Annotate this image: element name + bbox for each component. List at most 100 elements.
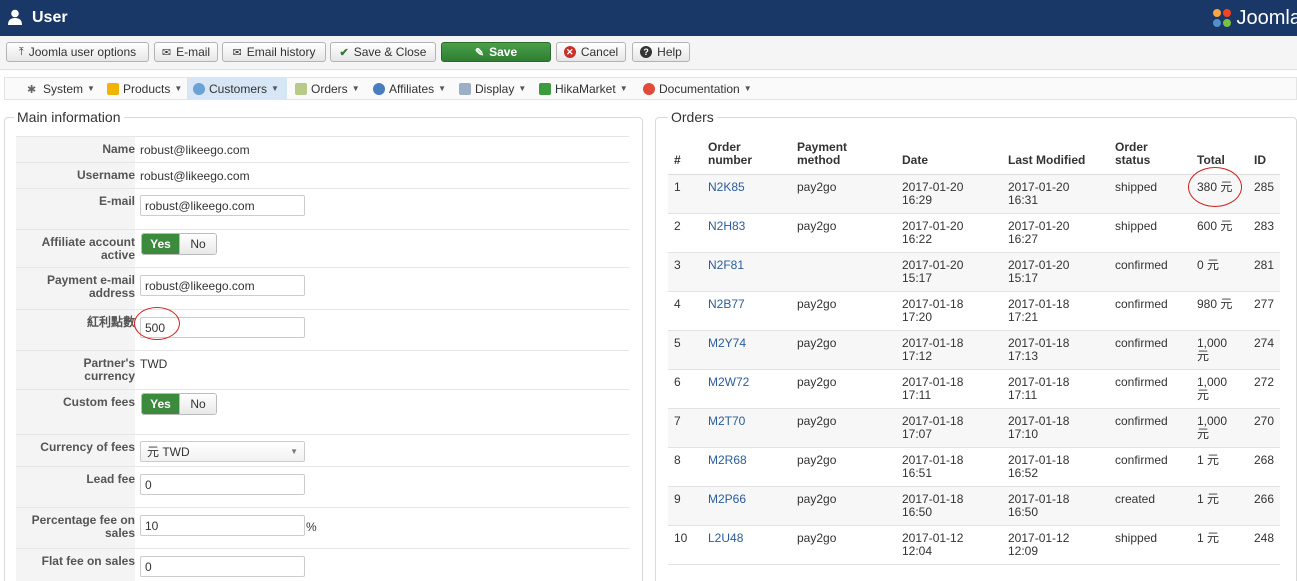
- customers-icon: [193, 82, 205, 95]
- no-option[interactable]: No: [178, 394, 216, 414]
- order-number-link[interactable]: M2T70: [708, 415, 745, 428]
- no-option[interactable]: No: [178, 234, 216, 254]
- partner-currency-label: Partner's currency: [16, 351, 135, 389]
- save-button[interactable]: ✎ Save: [441, 42, 551, 62]
- payment-email-field[interactable]: robust@likeego.com: [140, 275, 305, 296]
- brand-text: Joomla: [1236, 6, 1297, 29]
- caret-icon: ▼: [87, 84, 95, 93]
- order-payment: pay2go: [797, 532, 836, 545]
- col-date[interactable]: Date: [902, 154, 928, 167]
- menu-orders[interactable]: Orders ▼: [289, 78, 366, 99]
- order-status-text: shipped: [1115, 219, 1158, 233]
- currency-of-fees-select[interactable]: 元 TWD ▼: [140, 441, 305, 462]
- order-num-text: 8: [674, 453, 681, 467]
- order-total: 1 元: [1197, 454, 1219, 467]
- email-button[interactable]: ✉ E-mail: [154, 42, 218, 62]
- help-button[interactable]: ? Help: [632, 42, 690, 62]
- menu-system[interactable]: ✱ System ▼: [21, 78, 101, 99]
- order-date-text: 16:22: [902, 232, 933, 246]
- order-number-link[interactable]: N2F81: [708, 259, 744, 272]
- cancel-button[interactable]: ✕ Cancel: [556, 42, 626, 62]
- order-num: 7: [674, 415, 681, 428]
- order-total: 980 元: [1197, 298, 1232, 311]
- joomla-user-options-button[interactable]: ⤒ Joomla user options: [6, 42, 149, 62]
- col-id[interactable]: ID: [1254, 154, 1266, 167]
- order-number-link[interactable]: L2U48: [708, 532, 743, 545]
- yes-option[interactable]: Yes: [142, 234, 179, 254]
- order-payment-text: pay2go: [797, 414, 837, 428]
- order-number-link[interactable]: N2B77: [708, 298, 745, 311]
- payment-email-row: Payment e-mail address robust@likeego.com: [16, 267, 629, 309]
- flat-fee-field[interactable]: 0: [140, 556, 305, 577]
- order-date-text: 17:12: [902, 349, 933, 363]
- order-date: 2017-01-18 17:07: [902, 415, 963, 441]
- col-order-number[interactable]: Order number: [708, 141, 752, 167]
- table-row[interactable]: 5 M2Y74 pay2go 2017-01-18 17:12 2017-01-18 17:…: [668, 331, 1280, 370]
- table-row[interactable]: 10 L2U48 pay2go 2017-01-12 12:04 2017-01-12 12…: [668, 526, 1280, 565]
- table-row[interactable]: 9 M2P66 pay2go 2017-01-18 16:50 2017-01-18 16:…: [668, 487, 1280, 526]
- custom-fees-toggle[interactable]: Yes No: [141, 393, 217, 415]
- order-payment-text: pay2go: [797, 453, 837, 467]
- order-modified-text: 15:17: [1008, 271, 1039, 285]
- menu-hikamarket[interactable]: HikaMarket ▼: [533, 78, 634, 99]
- order-num-text: 9: [674, 492, 681, 506]
- table-row[interactable]: 4 N2B77 pay2go 2017-01-18 17:20 2017-01-18 17:…: [668, 292, 1280, 331]
- order-number-link[interactable]: M2P66: [708, 493, 746, 506]
- order-number-link[interactable]: M2R68: [708, 454, 747, 467]
- menu-display[interactable]: Display ▼: [453, 78, 532, 99]
- caret-icon: ▼: [518, 84, 527, 93]
- order-id-text: 281: [1254, 258, 1275, 272]
- order-payment: pay2go: [797, 376, 836, 389]
- order-modified: 2017-01-20 16:31: [1008, 181, 1069, 207]
- col-order-status[interactable]: Order status: [1115, 141, 1150, 167]
- col-payment-method[interactable]: Payment method: [797, 141, 847, 167]
- lead-fee-field[interactable]: 0: [140, 474, 305, 495]
- menu-customers[interactable]: Customers ▼: [187, 78, 287, 99]
- order-total: 600 元: [1197, 220, 1232, 233]
- order-payment: pay2go: [797, 454, 836, 467]
- order-id: 285: [1254, 181, 1274, 194]
- menu-products[interactable]: Products ▼: [101, 78, 188, 99]
- col-total[interactable]: Total: [1197, 154, 1225, 167]
- order-date-text: 12:04: [902, 544, 933, 558]
- table-row[interactable]: 6 M2W72 pay2go 2017-01-18 17:11 2017-01-18 17:…: [668, 370, 1280, 409]
- envelope-icon: ✉: [161, 46, 172, 59]
- order-id: 248: [1254, 532, 1274, 545]
- table-row[interactable]: 8 M2R68 pay2go 2017-01-18 16:51 2017-01-18 16:…: [668, 448, 1280, 487]
- order-modified: 2017-01-20 15:17: [1008, 259, 1069, 285]
- username-label: Username: [16, 163, 135, 188]
- currency-of-fees-label: Currency of fees: [16, 435, 135, 466]
- order-num-text: 1: [674, 180, 681, 194]
- order-date-text: 15:17: [902, 271, 933, 285]
- order-num: 6: [674, 376, 681, 389]
- partner-currency-row: Partner's currency TWD: [16, 350, 629, 389]
- order-number-link-text: M2Y74: [708, 336, 747, 350]
- order-num: 3: [674, 259, 681, 272]
- col-last-modified[interactable]: Last Modified: [1008, 154, 1085, 167]
- table-row[interactable]: 7 M2T70 pay2go 2017-01-18 17:07 2017-01-18 17:…: [668, 409, 1280, 448]
- order-number-link-text: N2H83: [708, 219, 746, 233]
- menu-affiliates[interactable]: Affiliates ▼: [367, 78, 452, 99]
- order-num-text: 2: [674, 219, 681, 233]
- percentage-fee-field[interactable]: 10: [140, 515, 305, 536]
- order-number-link[interactable]: N2H83: [708, 220, 745, 233]
- order-number-link[interactable]: M2Y74: [708, 337, 746, 350]
- order-id: 283: [1254, 220, 1274, 233]
- email-history-button[interactable]: ✉ Email history: [222, 42, 326, 62]
- table-row[interactable]: 2 N2H83 pay2go 2017-01-20 16:22 2017-01-20 16:…: [668, 214, 1280, 253]
- order-number-link[interactable]: M2W72: [708, 376, 749, 389]
- order-total-text: 0 元: [1197, 258, 1220, 272]
- table-row[interactable]: 3 N2F81 2017-01-20 15:17 2017-01-20 15:17 conf…: [668, 253, 1280, 292]
- order-total-text: 980 元: [1197, 297, 1233, 311]
- order-total-text: 600 元: [1197, 219, 1233, 233]
- email-field[interactable]: robust@likeego.com: [140, 195, 305, 216]
- order-date-text: 16:29: [902, 193, 933, 207]
- menu-documentation[interactable]: Documentation ▼: [637, 78, 758, 99]
- order-number-link-text: M2T70: [708, 414, 746, 428]
- yes-option[interactable]: Yes: [142, 394, 179, 414]
- affiliate-active-toggle[interactable]: Yes No: [141, 233, 217, 255]
- save-close-button[interactable]: ✔ Save & Close: [330, 42, 436, 62]
- order-payment: pay2go: [797, 298, 836, 311]
- order-number-link[interactable]: N2K85: [708, 181, 745, 194]
- order-status: confirmed: [1115, 376, 1168, 389]
